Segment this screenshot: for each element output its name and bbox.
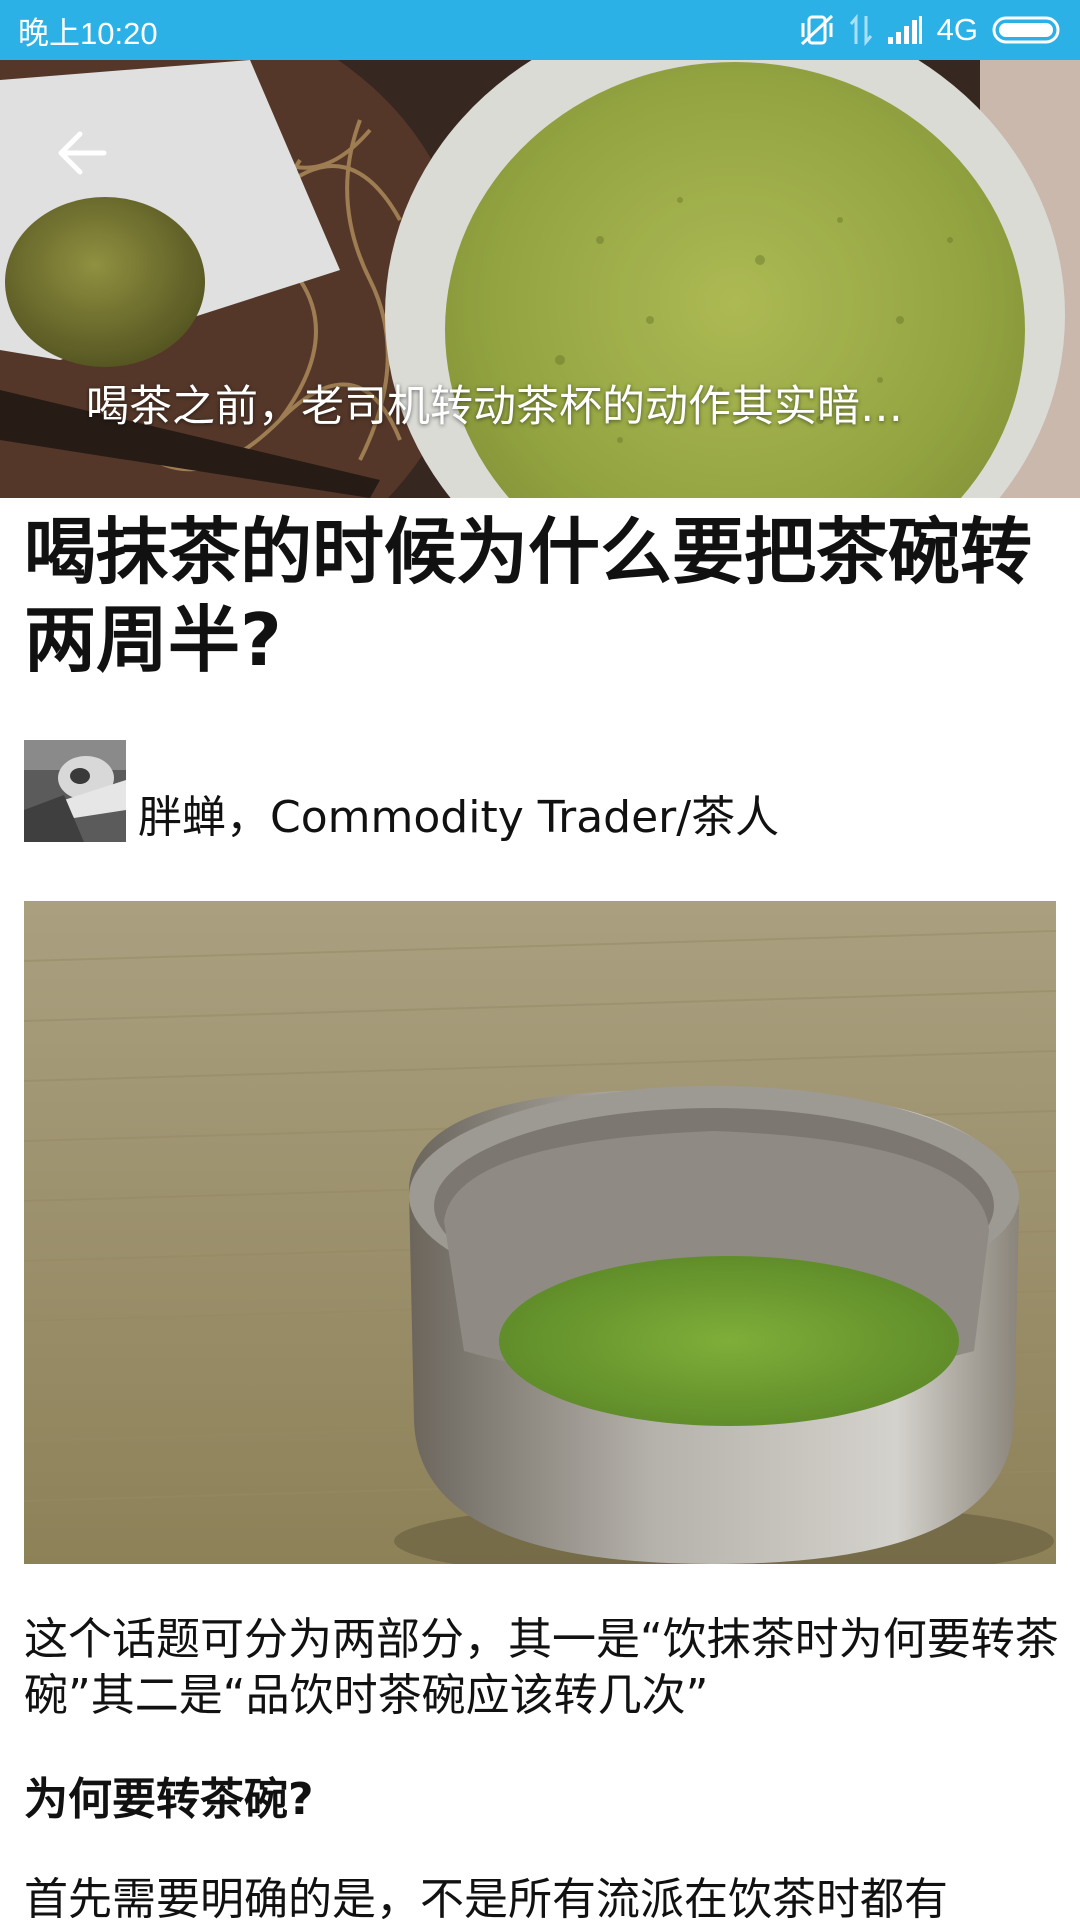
- article-paragraph: 这个话题可分为两部分，其一是“饮抹茶时为何要转茶碗”其二是“品饮时茶碗应该转几次…: [24, 1614, 1059, 1721]
- status-icons: 4G: [799, 12, 1064, 48]
- avatar[interactable]: [24, 740, 126, 842]
- signal-icon: [887, 15, 923, 45]
- article-image: [24, 901, 1056, 1564]
- article-paragraph: 首先需要明确的是，不是所有流派在饮茶时都有: [24, 1874, 948, 1920]
- section-heading: 为何要转茶碗?: [24, 1774, 314, 1825]
- network-type-label: 4G: [936, 12, 978, 47]
- data-transfer-icon: [849, 14, 873, 46]
- status-time: 晚上10:20: [18, 15, 158, 51]
- battery-icon: [992, 15, 1064, 45]
- header-image: 喝茶之前，老司机转动茶杯的动作其实暗…: [0, 60, 1080, 498]
- author-row[interactable]: 胖蝉，Commodity Trader/茶人: [24, 738, 779, 843]
- back-button[interactable]: [42, 115, 122, 195]
- back-arrow-icon: [56, 129, 108, 181]
- hero-caption: 喝茶之前，老司机转动茶杯的动作其实暗…: [86, 382, 903, 432]
- author-name[interactable]: 胖蝉，Commodity Trader/茶人: [138, 790, 779, 846]
- status-bar: 晚上10:20 4G: [0, 0, 1080, 60]
- vibrate-off-icon: [799, 13, 835, 47]
- article-title: 喝抹茶的时候为什么要把茶碗转两周半?: [24, 510, 1033, 682]
